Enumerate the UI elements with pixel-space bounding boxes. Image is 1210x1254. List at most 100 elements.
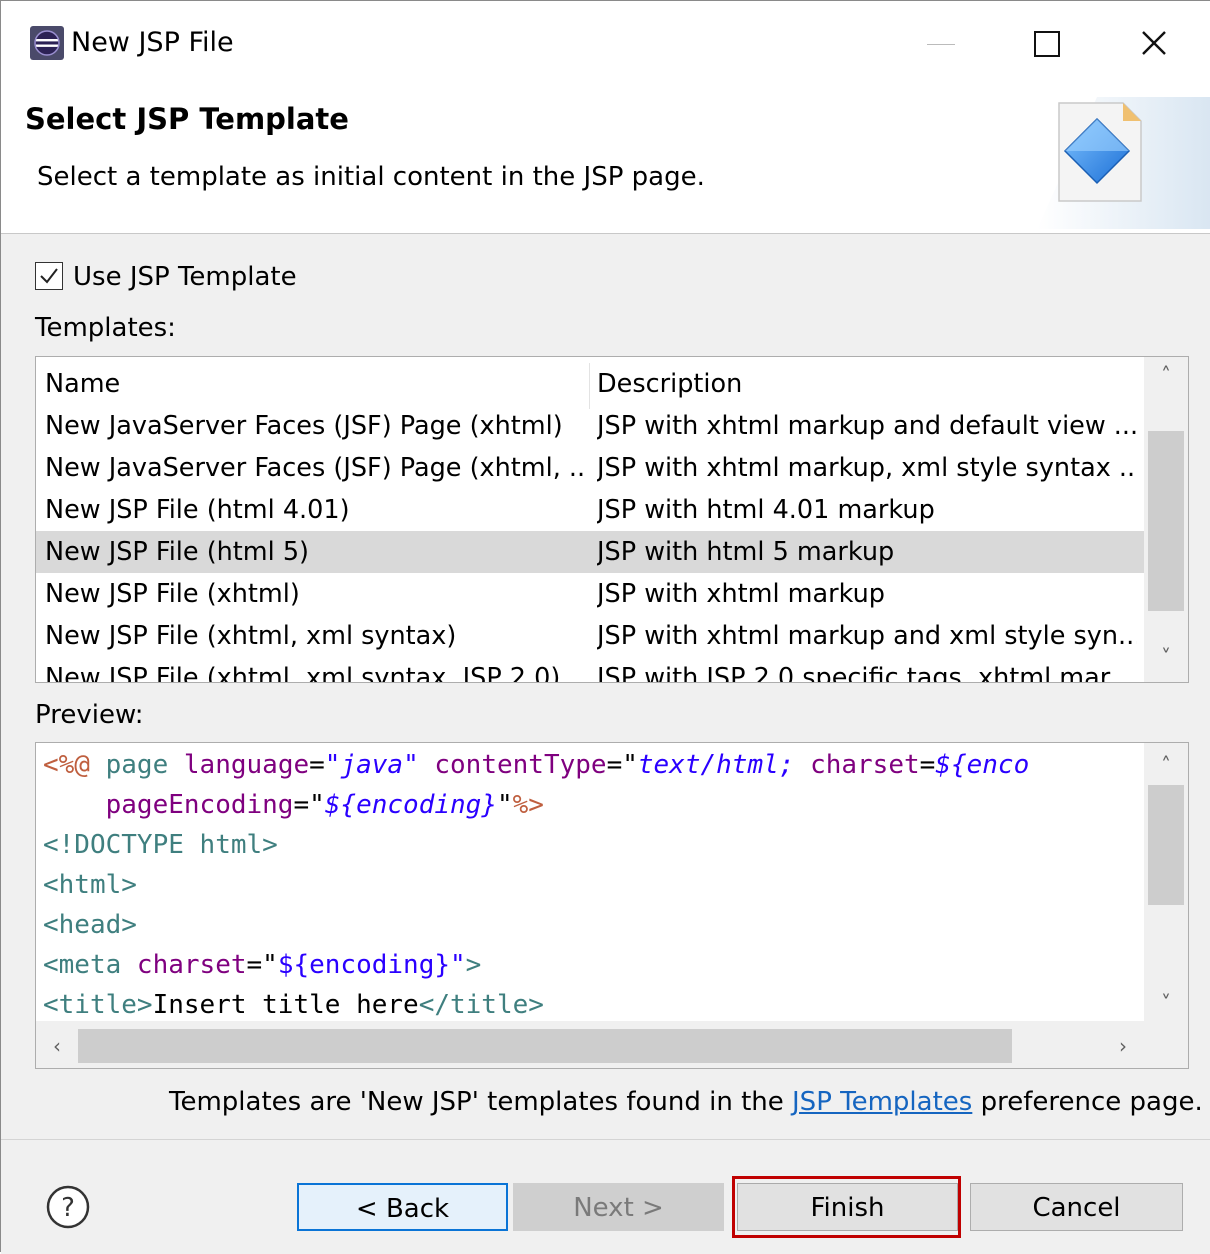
code-token: =" <box>246 950 278 980</box>
cancel-button[interactable]: Cancel <box>970 1183 1183 1231</box>
code-token: page <box>105 750 169 780</box>
checkmark-icon <box>40 268 58 284</box>
code-token: " <box>496 790 513 820</box>
templates-footer-note: Templates are 'New JSP' templates found … <box>169 1082 1203 1122</box>
preview-code[interactable]: <%@ page language="java" contentType="te… <box>36 743 1144 1021</box>
column-divider[interactable] <box>589 363 590 409</box>
code-token: Insert title here <box>152 990 419 1020</box>
table-row[interactable]: New JSP File (xhtml) JSP with xhtml marku… <box>36 573 1144 615</box>
back-button[interactable]: < Back <box>297 1183 508 1231</box>
dialog-window: New JSP File Select JSP Template Select … <box>0 0 1210 1254</box>
code-token: %> <box>512 790 544 820</box>
page-description: Select a template as initial content in … <box>37 162 705 192</box>
preview-label: Preview: <box>35 700 144 730</box>
code-line: <meta charset="${encoding}"> <box>43 945 481 985</box>
template-name-cell: New JSP File (html 5) <box>45 537 310 567</box>
maximize-button[interactable] <box>997 1 1097 87</box>
maximize-icon <box>1034 31 1060 57</box>
preview-editor[interactable]: <%@ page language="java" contentType="te… <box>35 742 1189 1069</box>
code-token: = <box>919 750 936 780</box>
scroll-right-arrow-icon[interactable]: › <box>1106 1029 1140 1063</box>
code-line: <html> <box>43 865 137 905</box>
table-row[interactable]: New JavaServer Faces (JSF) Page (xhtml, … <box>36 447 1144 489</box>
code-line: <!DOCTYPE html> <box>43 825 278 865</box>
jsp-templates-link[interactable]: JSP Templates <box>792 1087 972 1117</box>
code-line: <title>Insert title here</title> <box>43 985 544 1021</box>
code-line: pageEncoding="${encoding}"%> <box>43 785 544 825</box>
scrollbar-thumb[interactable] <box>1148 785 1184 905</box>
template-description-cell: JSP with html 4.01 markup <box>597 495 935 525</box>
code-token: <%@ <box>43 750 90 780</box>
footer-note-text: Templates are 'New JSP' templates found … <box>169 1087 793 1117</box>
templates-vertical-scrollbar[interactable]: ˄ ˅ <box>1144 357 1188 682</box>
template-description-cell: JSP with html 5 markup <box>597 537 895 567</box>
template-description-cell: JSP with JSP 2.0 specific tags, xhtml ma… <box>597 663 1133 682</box>
scroll-down-arrow-icon[interactable]: ˅ <box>1144 991 1188 1021</box>
code-token: <!DOCTYPE <box>43 830 200 860</box>
table-row[interactable]: New JSP File (xhtml, xml syntax, JSP 2.0… <box>36 657 1144 682</box>
code-token: text/html; <box>637 750 811 780</box>
code-token: <title> <box>43 990 153 1020</box>
footer-note-text-end: preference page. <box>972 1087 1203 1117</box>
template-description-cell: JSP with xhtml markup and default view .… <box>597 411 1137 441</box>
code-token: language <box>183 750 310 780</box>
code-token: <meta <box>43 950 137 980</box>
code-token: pageEncoding <box>105 790 294 820</box>
code-token: html <box>199 830 263 860</box>
scrollbar-thumb[interactable] <box>78 1029 1012 1063</box>
scroll-up-arrow-icon[interactable]: ˄ <box>1144 753 1188 783</box>
templates-table-body: Name Description New JavaServer Faces (J… <box>36 357 1144 682</box>
scroll-left-arrow-icon[interactable]: ‹ <box>40 1029 74 1063</box>
code-token: "java" <box>324 750 419 780</box>
help-icon[interactable]: ? <box>45 1184 91 1230</box>
column-header-description[interactable]: Description <box>597 363 1137 405</box>
table-row[interactable]: New JSP File (html 4.01) JSP with html 4.… <box>36 489 1144 531</box>
code-token: =" <box>293 790 325 820</box>
code-token: " <box>450 950 466 980</box>
finish-button[interactable]: Finish <box>737 1183 958 1231</box>
code-token: <html> <box>43 870 137 900</box>
template-description-cell: JSP with xhtml markup and xml style syn.… <box>597 621 1137 651</box>
code-token: ${encoding} <box>324 790 497 820</box>
table-row[interactable]: New JSP File (xhtml, xml syntax) JSP with… <box>36 615 1144 657</box>
template-name-cell: New JSP File (xhtml) <box>45 579 300 609</box>
table-row[interactable]: New JSP File (html 5) JSP with html 5 mar… <box>36 531 1144 573</box>
eclipse-icon <box>29 25 65 61</box>
preview-vertical-scrollbar[interactable]: ˄ ˅ <box>1144 743 1188 1021</box>
templates-table[interactable]: Name Description New JavaServer Faces (J… <box>35 356 1189 683</box>
preview-horizontal-scrollbar[interactable]: ‹ › <box>36 1021 1188 1068</box>
minimize-button[interactable] <box>891 1 991 87</box>
template-name-cell: New JavaServer Faces (JSF) Page (xhtml) <box>45 411 563 441</box>
close-icon <box>1142 31 1166 55</box>
code-token: charset <box>810 750 920 780</box>
wizard-banner: Select JSP Template Select a template as… <box>1 87 1210 234</box>
code-token: > <box>465 950 482 980</box>
button-bar: ? < Back Next > Finish Cancel <box>1 1139 1210 1254</box>
scroll-down-arrow-icon[interactable]: ˅ <box>1144 645 1188 675</box>
column-header-name[interactable]: Name <box>45 363 585 405</box>
next-button[interactable]: Next > <box>513 1183 724 1231</box>
code-token: ${encoding} <box>277 950 450 980</box>
code-token: charset <box>136 950 247 980</box>
close-button[interactable] <box>1105 1 1205 87</box>
checkbox-box[interactable] <box>35 262 63 290</box>
svg-text:?: ? <box>61 1193 75 1223</box>
code-token: = <box>309 750 325 780</box>
page-title: Select JSP Template <box>25 102 349 136</box>
template-name-cell: New JSP File (xhtml, xml syntax, JSP 2.0… <box>45 663 561 682</box>
use-jsp-template-label: Use JSP Template <box>73 262 297 292</box>
title-bar: New JSP File <box>1 1 1210 87</box>
template-description-cell: JSP with xhtml markup, xml style syntax … <box>597 453 1137 483</box>
table-row[interactable]: New JavaServer Faces (JSF) Page (xhtml) J… <box>36 405 1144 447</box>
table-header: Name Description <box>36 363 1144 409</box>
wizard-content: Use JSP Template Templates: Name Descrip… <box>1 234 1210 1254</box>
scroll-up-arrow-icon[interactable]: ˄ <box>1144 363 1188 393</box>
scrollbar-thumb[interactable] <box>1148 431 1184 611</box>
code-token: =" <box>606 750 638 780</box>
template-name-cell: New JavaServer Faces (JSF) Page (xhtml, … <box>45 453 585 483</box>
code-line: <%@ page language="java" contentType="te… <box>43 745 1029 785</box>
code-token: <head> <box>43 910 137 940</box>
